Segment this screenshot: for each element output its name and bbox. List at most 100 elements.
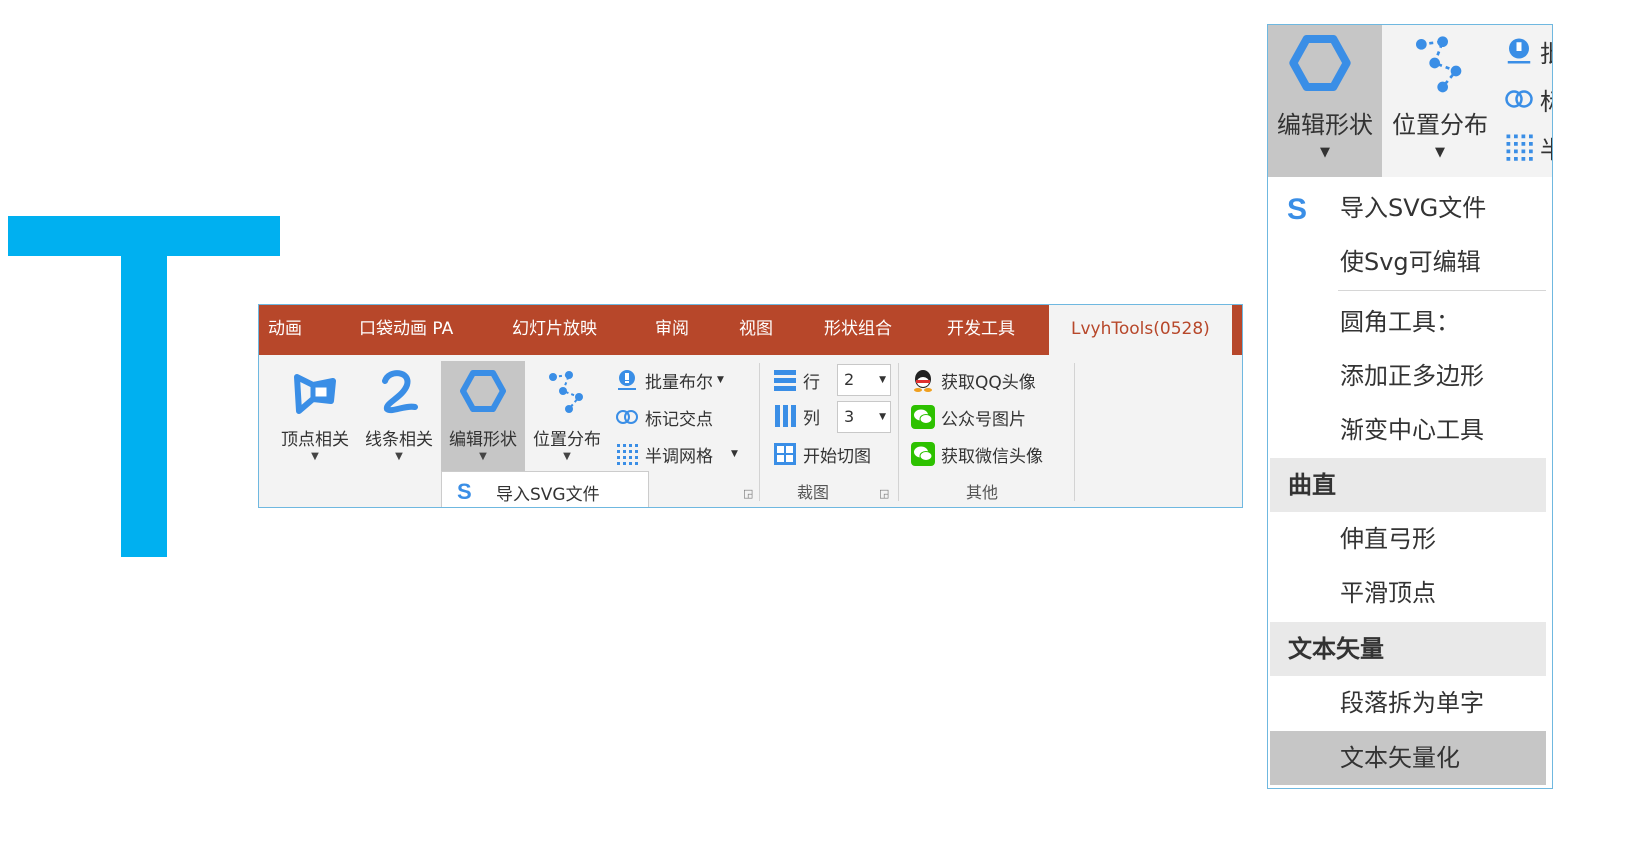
cols-label-text: 列 [803,408,820,429]
menu-header-label: 曲直 [1288,471,1336,499]
official-account-image-button[interactable]: 公众号图片 [911,402,1026,432]
tab-animation[interactable]: 动画 [268,305,302,355]
distribute-icon [1416,36,1462,93]
group-launcher-icon[interactable]: ◲ [879,487,889,500]
vertex-icon [294,374,336,414]
group-label-other: 其他 [966,483,999,502]
get-qq-avatar-label: 获取QQ头像 [941,372,1036,393]
menu-item-vectorize-text[interactable]: 文本矢量化 [1270,731,1546,785]
menu-header-curve-straight: 曲直 [1270,458,1546,512]
group-separator [1074,363,1075,501]
curve-line-icon [382,370,418,414]
chevron-down-icon: ▼ [731,449,738,459]
import-svg-item[interactable]: 导入SVG文件 [496,480,600,505]
get-qq-avatar-button[interactable]: 获取QQ头像 [911,365,1036,395]
tab-developer[interactable]: 开发工具 [947,305,1015,355]
columns-icon [775,405,796,427]
halftone-grid-button[interactable]: 半调网格 ▼ [615,439,738,469]
menu-item-label: 添加正多边形 [1340,362,1484,390]
dropdown-menu-preview: S 导入SVG文件 [441,471,649,507]
rows-spinner[interactable]: 2 ▼ [837,364,891,396]
cols-spinner[interactable]: 3 ▼ [837,401,891,433]
menu-item-import-svg[interactable]: S 导入SVG文件 [1270,181,1546,235]
zoomed-dropdown-panel: 编辑形状 ▼ 位置分布 ▼ 批 标 [1267,24,1553,789]
wechat-icon [911,442,935,466]
group-launcher-icon[interactable]: ◲ [743,487,753,500]
boolean-icon [1507,38,1531,64]
tab-view[interactable]: 视图 [739,305,773,355]
halftone-grid-icon [1506,134,1533,161]
chevron-down-icon[interactable]: ▼ [879,365,886,395]
tab-pocket-animation[interactable]: 口袋动画 PA [359,305,453,355]
menu-item-label: 段落拆为单字 [1340,689,1484,717]
menu-item-label: 平滑顶点 [1340,579,1436,607]
menu-item-label: 导入SVG文件 [1340,194,1487,222]
intersect-button-partial[interactable]: 标 [1504,81,1552,117]
menu-item-label: 圆角工具： [1340,308,1460,336]
edit-shape-button[interactable]: 编辑形状 ▼ [441,361,525,473]
tab-shape-group[interactable]: 形状组合 [824,305,892,355]
halftone-grid-button-partial[interactable]: 半 [1504,129,1552,165]
boolean-button-partial[interactable]: 批 [1504,33,1552,69]
chevron-down-icon: ▼ [395,451,403,462]
tab-lvyhtools[interactable]: LvyhTools(0528) [1049,305,1232,355]
halftone-label-partial: 半 [1540,130,1552,165]
menu-item-make-svg-editable[interactable]: 使Svg可编辑 [1270,235,1546,289]
intersect-icon [616,410,638,424]
chevron-down-icon: ▼ [1435,145,1445,160]
qq-icon [914,370,932,392]
cols-value: 3 [844,407,855,426]
menu-item-label: 文本矢量化 [1340,744,1460,772]
intersect-label-partial: 标 [1540,82,1552,117]
line-button[interactable]: 线条相关 ▼ [357,361,441,473]
chevron-down-icon: ▼ [563,451,571,462]
boolean-icon [618,370,636,390]
intersect-button[interactable]: 标记交点 [615,402,713,432]
group-label-crop: 裁图 [797,483,830,502]
rows-icon [774,370,796,391]
menu-item-label: 伸直弓形 [1340,525,1436,553]
rows-value: 2 [844,370,855,389]
get-wechat-avatar-label: 获取微信头像 [941,446,1043,467]
rows-label-text: 行 [803,372,820,393]
line-button-label: 线条相关 [365,430,433,450]
svg-s-icon: S [1287,193,1307,223]
menu-item-straighten-arc[interactable]: 伸直弓形 [1270,512,1546,566]
chevron-down-icon: ▼ [717,375,724,385]
edit-shape-button[interactable]: 编辑形状 ▼ [1268,25,1382,177]
intersect-button-label: 标记交点 [645,409,713,430]
edit-shape-button-label: 编辑形状 [449,430,517,450]
chevron-down-icon[interactable]: ▼ [879,402,886,432]
intersect-icon [1505,90,1533,108]
tab-review[interactable]: 审阅 [655,305,689,355]
vertex-button[interactable]: 顶点相关 ▼ [273,361,357,473]
vertex-button-label: 顶点相关 [281,430,349,450]
halftone-grid-button-label: 半调网格 [645,446,713,467]
distribute-button-label: 位置分布 [1392,111,1488,139]
chevron-down-icon: ▼ [311,451,319,462]
get-wechat-avatar-button[interactable]: 获取微信头像 [911,439,1043,469]
boolean-button-label: 批量布尔 [645,372,713,393]
tab-slideshow[interactable]: 幻灯片放映 [512,305,597,355]
panel-ribbon-strip: 编辑形状 ▼ 位置分布 ▼ 批 标 [1268,25,1552,177]
menu-item-split-paragraph[interactable]: 段落拆为单字 [1270,676,1546,730]
svg-s-icon: S [457,480,472,502]
boolean-button[interactable]: 批量布尔 ▼ [615,365,724,395]
distribute-icon [549,371,583,413]
start-slice-button[interactable]: 开始切图 [773,439,871,469]
svg-text:S: S [457,480,472,502]
chevron-down-icon: ▼ [1320,145,1330,160]
hexagon-icon [1289,35,1351,91]
menu-item-label: 使Svg可编辑 [1340,248,1481,276]
menu-item-gradient-center[interactable]: 渐变中心工具 [1270,403,1546,457]
edit-shape-button-label: 编辑形状 [1277,111,1373,139]
group-separator [898,363,899,501]
menu-item-corner-tool[interactable]: 圆角工具： [1270,295,1546,349]
ribbon: 动画 口袋动画 PA 幻灯片放映 审阅 视图 形状组合 开发工具 LvyhToo… [258,304,1243,508]
menu-item-add-polygon[interactable]: 添加正多边形 [1270,349,1546,403]
menu-item-label: 渐变中心工具 [1340,416,1484,444]
menu-item-smooth-vertex[interactable]: 平滑顶点 [1270,566,1546,620]
group-separator [759,363,760,501]
distribute-button[interactable]: 位置分布 ▼ [1382,25,1498,177]
distribute-button[interactable]: 位置分布 ▼ [525,361,609,473]
